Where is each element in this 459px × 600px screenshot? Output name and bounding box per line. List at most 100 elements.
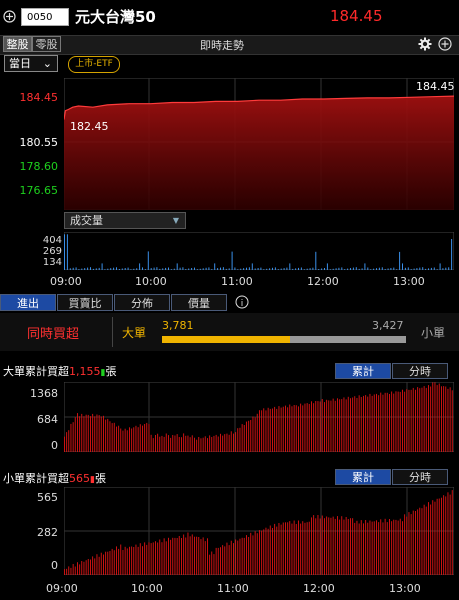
volume-bar: [309, 268, 311, 270]
cumulative-bar: [267, 407, 269, 452]
period-select[interactable]: 當日 ⌄: [4, 55, 58, 72]
volume-bar: [350, 268, 351, 270]
cumulative-bar: [358, 395, 360, 452]
tab-buy-sell-ratio[interactable]: 買賣比: [57, 294, 113, 311]
header-bar: 0050 元大台灣50 184.45: [0, 0, 459, 34]
cumulative-bar: [202, 437, 204, 452]
cumulative-bar: [415, 511, 416, 575]
cumulative-bar: [380, 392, 382, 452]
cumulative-bar: [81, 413, 83, 452]
cumulative-bar: [304, 522, 306, 575]
cumulative-bar: [324, 518, 325, 575]
cumulative-bar: [408, 389, 410, 452]
cumulative-bar: [241, 424, 243, 452]
cumulative-bar: [317, 401, 319, 452]
cumulative-bar: [293, 405, 295, 452]
volume-bar: [173, 268, 175, 270]
cumulative-bar: [406, 516, 408, 575]
cumulative-bar: [226, 433, 228, 452]
volume-bar: [393, 267, 395, 270]
cumulative-bar: [449, 494, 451, 575]
tab-distribution[interactable]: 分佈: [114, 294, 170, 311]
cumulative-bar: [107, 551, 109, 575]
cumulative-bar: [185, 435, 187, 452]
volume-bar: [419, 267, 421, 270]
tab-price-volume[interactable]: 價量: [171, 294, 227, 311]
cumulative-bar: [430, 386, 432, 452]
volume-bar: [387, 268, 389, 270]
cumulative-bar: [389, 394, 390, 452]
tab-in-out[interactable]: 進出: [0, 294, 56, 311]
info-icon[interactable]: i: [235, 295, 249, 309]
cumulative-bar: [70, 423, 72, 452]
small-y-1: 282: [37, 526, 58, 539]
cumulative-bar: [386, 522, 388, 575]
cumulative-bar: [64, 569, 65, 575]
volume-bar: [361, 268, 363, 270]
cumulative-bar: [259, 410, 260, 452]
volume-bar: [378, 267, 380, 270]
small-order-chart: [64, 487, 454, 575]
cumulative-bar: [408, 512, 410, 575]
big-per-time-button[interactable]: 分時: [392, 363, 448, 379]
volume-bar: [179, 267, 181, 270]
volume-bar: [104, 269, 106, 270]
indicator-select[interactable]: 成交量 ▼: [64, 212, 186, 229]
add-icon[interactable]: [3, 10, 16, 23]
cumulative-bar: [142, 546, 143, 575]
x-label-0900-b: 09:00: [46, 582, 78, 595]
ratio-bar-fill: [162, 336, 291, 343]
cumulative-bar: [425, 506, 427, 575]
cumulative-bar: [311, 517, 312, 575]
volume-bar: [329, 269, 331, 270]
y-label-ref: 180.55: [19, 136, 59, 149]
cumulative-bar: [434, 382, 436, 452]
cumulative-bar: [235, 432, 237, 452]
small-per-time-button[interactable]: 分時: [392, 469, 448, 485]
etf-badge: 上市-ETF: [68, 56, 120, 73]
cumulative-bar: [196, 439, 198, 452]
open-price-label: 182.45: [70, 120, 109, 133]
cumulative-bar: [170, 539, 172, 575]
cumulative-bar: [64, 436, 65, 452]
cumulative-bar: [139, 424, 141, 452]
cumulative-bar: [306, 403, 308, 452]
cumulative-bar: [235, 539, 237, 575]
cumulative-bar: [436, 385, 438, 452]
volume-bar: [142, 267, 143, 270]
cumulative-bar: [81, 561, 83, 575]
big-cumulative-button[interactable]: 累計: [335, 363, 391, 379]
cumulative-bar: [287, 522, 289, 575]
tab-odd-lot[interactable]: 零股: [32, 36, 61, 52]
cumulative-bar: [111, 548, 113, 575]
add-chart-icon[interactable]: [438, 37, 452, 51]
small-cumulative-button[interactable]: 累計: [335, 469, 391, 485]
volume-bar: [257, 268, 259, 270]
x-label-1100-b: 11:00: [217, 582, 249, 595]
volume-bar: [243, 268, 245, 270]
cumulative-bar: [178, 437, 180, 452]
cumulative-bar: [220, 433, 221, 452]
cumulative-bar: [278, 523, 280, 575]
cumulative-bar: [285, 405, 286, 452]
cumulative-bar: [393, 519, 395, 575]
cumulative-bar: [226, 542, 228, 575]
volume-bar: [272, 267, 273, 270]
x-label-1100: 11:00: [221, 275, 253, 288]
volume-bar: [413, 268, 415, 270]
stock-code-input[interactable]: 0050: [21, 8, 69, 26]
cumulative-bar: [441, 497, 442, 575]
cumulative-bar: [423, 386, 425, 452]
cumulative-bar: [313, 515, 315, 575]
cumulative-bar: [334, 400, 336, 452]
tab-whole-lot[interactable]: 整股: [3, 36, 32, 52]
volume-bar: [396, 269, 398, 270]
chevron-down-icon: ⌄: [42, 57, 52, 70]
gear-icon[interactable]: [418, 37, 432, 51]
cumulative-bar: [443, 495, 445, 575]
cumulative-bar: [302, 521, 304, 575]
cumulative-bar: [150, 434, 152, 452]
cumulative-bar: [207, 538, 208, 575]
cumulative-bar: [209, 435, 211, 452]
cumulative-bar: [96, 414, 98, 452]
